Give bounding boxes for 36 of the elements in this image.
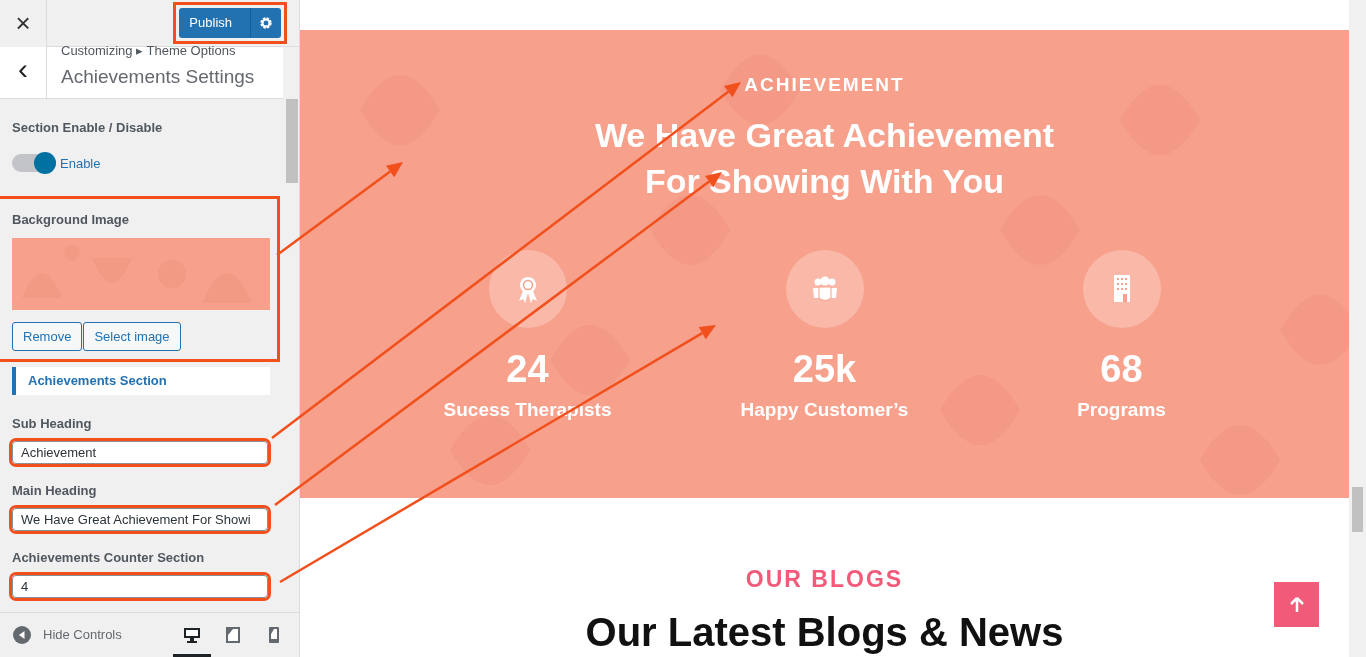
input-field[interactable]: 4 <box>12 575 268 598</box>
section-subheading: ACHIEVEMENT <box>744 75 905 94</box>
tablet-icon <box>224 626 242 644</box>
counter-number: 25k <box>792 350 857 388</box>
breadcrumb: Customizing ▸ Theme Options <box>61 44 237 57</box>
back-to-top-button[interactable] <box>1274 582 1319 627</box>
collapse-icon <box>13 626 31 644</box>
toggle-switch[interactable] <box>12 154 56 173</box>
input-field[interactable]: We Have Great Achievement For Showi <box>12 508 268 531</box>
panel-title: Achievements Settings <box>61 65 255 89</box>
section-heading: For Showing With You <box>644 161 1005 202</box>
close-button[interactable]: × <box>0 0 47 47</box>
section-title: Achievements Section <box>12 367 270 395</box>
arrow-up-icon <box>1289 596 1304 613</box>
section-heading: Our Latest Blogs & News <box>585 612 1064 652</box>
counter-label: Programs <box>1077 400 1166 419</box>
settings-icon <box>259 16 273 30</box>
counter-number: 24 <box>506 350 549 388</box>
counter-label: Happy Customer’s <box>740 400 909 419</box>
field-label: Main Heading <box>12 481 97 500</box>
toggle-label: Enable <box>60 154 101 173</box>
input-field[interactable]: Achievement <box>12 441 268 464</box>
field-label: Achievements Counter Section <box>12 548 205 567</box>
field-label: Section Enable / Disable <box>12 119 163 137</box>
section-subheading: OUR BLOGS <box>745 568 904 591</box>
publish-button[interactable]: Publish <box>179 8 281 38</box>
counter-number: 68 <box>1100 350 1143 388</box>
field-label: Sub Heading <box>12 414 92 433</box>
scrollbar-thumb[interactable] <box>1352 487 1363 532</box>
field-label: Background Image <box>12 211 130 229</box>
image-button[interactable]: Remove <box>12 321 83 351</box>
hide-controls-button[interactable]: Hide Controls <box>13 625 122 645</box>
scrollbar-thumb[interactable] <box>286 99 298 183</box>
desktop-icon <box>183 626 201 644</box>
image-button[interactable]: Select image <box>83 321 181 351</box>
people-icon <box>810 274 839 304</box>
